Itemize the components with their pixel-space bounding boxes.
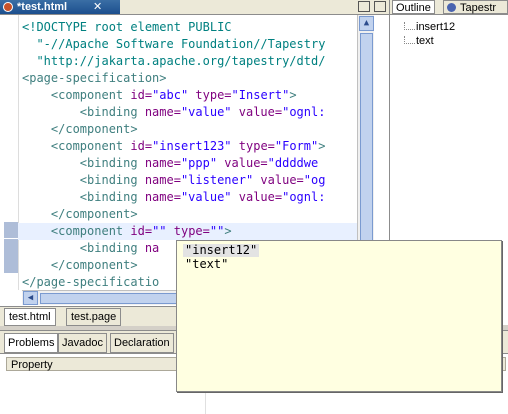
code-line[interactable]: </component>: [22, 257, 138, 274]
editor-tab-title: *test.html: [17, 1, 68, 13]
code-line[interactable]: <binding name="value" value="ognl:: [22, 189, 326, 206]
close-icon[interactable]: ✕: [93, 0, 102, 14]
code-token: <binding: [22, 173, 145, 187]
code-line[interactable]: <binding name="value" value="ognl:: [22, 104, 326, 121]
tree-connector: [404, 22, 415, 30]
code-token: type=: [188, 88, 232, 102]
code-token: <component: [22, 139, 131, 153]
code-token: <binding: [22, 156, 145, 170]
code-token: value=: [231, 190, 283, 204]
code-line[interactable]: "http://jakarta.apache.org/tapestry/dtd/: [22, 53, 325, 70]
code-token: <binding: [22, 105, 145, 119]
code-line[interactable]: <binding name="ppp" value="ddddwe: [22, 155, 318, 172]
code-token: name=: [144, 190, 181, 204]
code-token: type=: [166, 224, 210, 238]
code-token: value=: [253, 173, 304, 187]
code-token: value=: [217, 156, 268, 170]
code-token: "value": [180, 105, 232, 119]
code-token: name=: [144, 173, 181, 187]
code-token: >: [224, 224, 232, 238]
minimize-icon[interactable]: [358, 1, 370, 12]
tab-problems[interactable]: Problems: [4, 333, 59, 353]
code-token: <component: [22, 224, 131, 238]
code-token: "": [209, 224, 225, 238]
outline-tab-bar: Outline Tapestr: [390, 0, 508, 15]
code-token: "Form": [274, 139, 319, 153]
tab-tapestry[interactable]: Tapestr: [443, 0, 508, 14]
code-token: type=: [231, 139, 275, 153]
code-token: "": [152, 224, 167, 238]
code-token: na: [144, 241, 160, 255]
code-line[interactable]: "-//Apache Software Foundation//Tapestry: [22, 36, 325, 53]
code-token: name=: [144, 156, 181, 170]
code-line[interactable]: </component>: [22, 121, 138, 138]
code-line[interactable]: <!DOCTYPE root element PUBLIC: [22, 19, 232, 36]
code-line[interactable]: </component>: [22, 206, 138, 223]
code-token: </page-specificatio: [22, 275, 160, 289]
code-line[interactable]: <component id="insert123" type="Form">: [22, 138, 326, 155]
code-token: "http://jakarta.apache.org/tapestry/dtd/: [22, 54, 326, 68]
code-token: "ognl:: [282, 105, 326, 119]
code-token: "ddddwe: [267, 156, 319, 170]
code-token: </component>: [22, 258, 138, 272]
page-tab-page[interactable]: test.page: [66, 308, 122, 326]
editor-tab-bar: *test.html ✕: [0, 0, 389, 15]
code-token: id=: [130, 88, 153, 102]
outline-item[interactable]: insert12: [416, 21, 455, 34]
code-token: id=: [130, 139, 153, 153]
outline-item[interactable]: text: [416, 35, 434, 48]
code-token: "insert123": [152, 139, 232, 153]
tapestry-icon: [447, 3, 456, 12]
code-line[interactable]: </page-specificatio: [22, 274, 159, 290]
code-token: <binding: [22, 241, 145, 255]
code-token: "value": [180, 190, 232, 204]
tab-outline[interactable]: Outline: [392, 0, 435, 14]
proposal-item[interactable]: "insert12": [183, 244, 260, 257]
content-assist-popup: "insert12" "text": [176, 240, 502, 392]
code-line[interactable]: <binding name="listener" value="og: [22, 172, 326, 189]
tab-javadoc[interactable]: Javadoc: [58, 333, 107, 353]
code-token: <component: [22, 88, 131, 102]
tree-connector: [404, 36, 415, 44]
code-token: >: [289, 88, 297, 102]
code-token: </component>: [22, 122, 138, 136]
code-token: <page-specification>: [22, 71, 167, 85]
code-token: "-//Apache Software Foundation//Tapestry: [22, 37, 326, 51]
scroll-thumb[interactable]: [360, 33, 373, 255]
code-token: "Insert": [231, 88, 290, 102]
maximize-icon[interactable]: [374, 1, 386, 12]
code-token: <!DOCTYPE root element PUBLIC: [22, 20, 232, 34]
page-tab-html[interactable]: test.html: [4, 308, 56, 326]
tab-tapestry-label: Tapestr: [460, 2, 497, 14]
code-token: "ognl:: [282, 190, 326, 204]
code-token: <binding: [22, 190, 145, 204]
code-token: value=: [231, 105, 283, 119]
code-token: </component>: [22, 207, 138, 221]
tapestry-file-icon: [3, 2, 13, 12]
proposal-item[interactable]: "text": [183, 258, 230, 271]
tab-declaration[interactable]: Declaration: [110, 333, 174, 353]
scroll-left-arrow-icon[interactable]: ◀: [23, 291, 38, 305]
scroll-up-arrow-icon[interactable]: ▲: [359, 16, 374, 31]
code-token: name=: [144, 105, 181, 119]
code-token: "listener": [180, 173, 254, 187]
code-line[interactable]: <component id="" type="">: [18, 223, 357, 240]
code-token: id=: [130, 224, 153, 238]
code-line[interactable]: <binding na: [22, 240, 159, 257]
code-token: >: [318, 139, 326, 153]
editor-tab-test-html[interactable]: *test.html ✕: [0, 0, 120, 14]
code-line[interactable]: <component id="abc" type="Insert">: [22, 87, 297, 104]
code-token: "og: [303, 173, 326, 187]
code-token: "abc": [152, 88, 189, 102]
code-token: "ppp": [180, 156, 218, 170]
code-line[interactable]: <page-specification>: [22, 70, 167, 87]
